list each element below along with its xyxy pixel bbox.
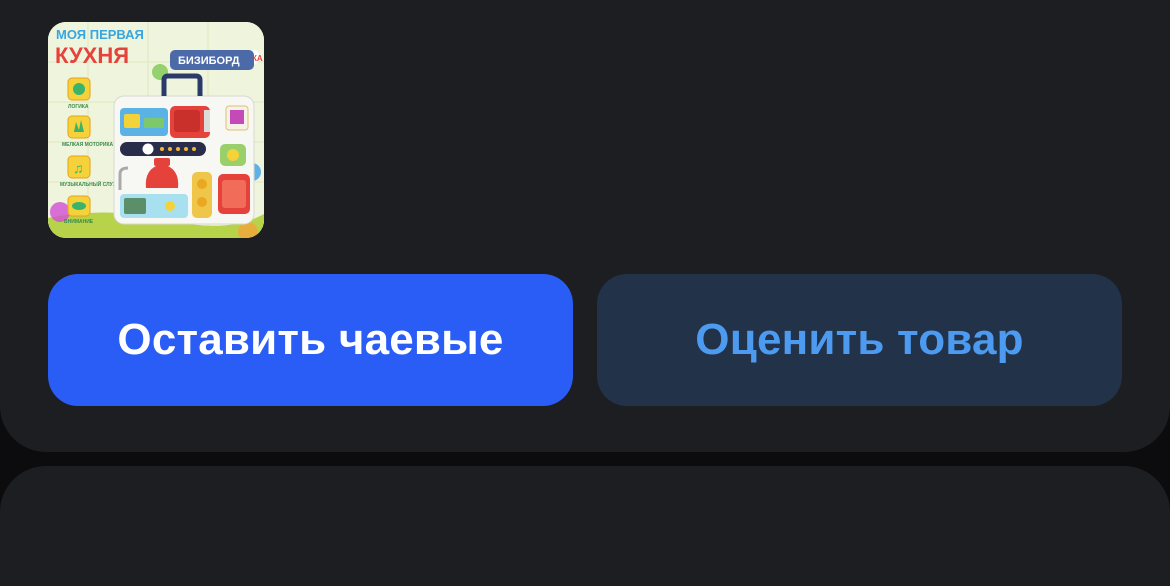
- product-thumbnail[interactable]: МОЯ ПЕРВАЯ КУХНЯ ЗАБИЯКА БИЗИБОРД ♫ ЛОГИ…: [48, 22, 264, 238]
- box-badge: БИЗИБОРД: [178, 55, 240, 67]
- leave-tip-button[interactable]: Оставить чаевые: [48, 274, 573, 406]
- box-title-line1: МОЯ ПЕРВАЯ: [56, 27, 144, 42]
- svg-text:♫: ♫: [73, 160, 84, 176]
- rate-product-button[interactable]: Оценить товар: [597, 274, 1122, 406]
- rate-product-label: Оценить товар: [695, 315, 1024, 364]
- feature-label: ВНИМАНИЕ: [64, 219, 94, 225]
- feature-label: МУЗЫКАЛЬНЫЙ СЛУХ: [60, 180, 117, 188]
- next-card: [0, 466, 1170, 586]
- leave-tip-label: Оставить чаевые: [117, 315, 504, 364]
- box-title-line2: КУХНЯ: [55, 43, 129, 68]
- busy-board-toy-box-image: МОЯ ПЕРВАЯ КУХНЯ ЗАБИЯКА БИЗИБОРД ♫ ЛОГИ…: [48, 22, 264, 238]
- feature-label: МЕЛКАЯ МОТОРИКА: [62, 142, 114, 148]
- feature-label: ЛОГИКА: [68, 104, 89, 110]
